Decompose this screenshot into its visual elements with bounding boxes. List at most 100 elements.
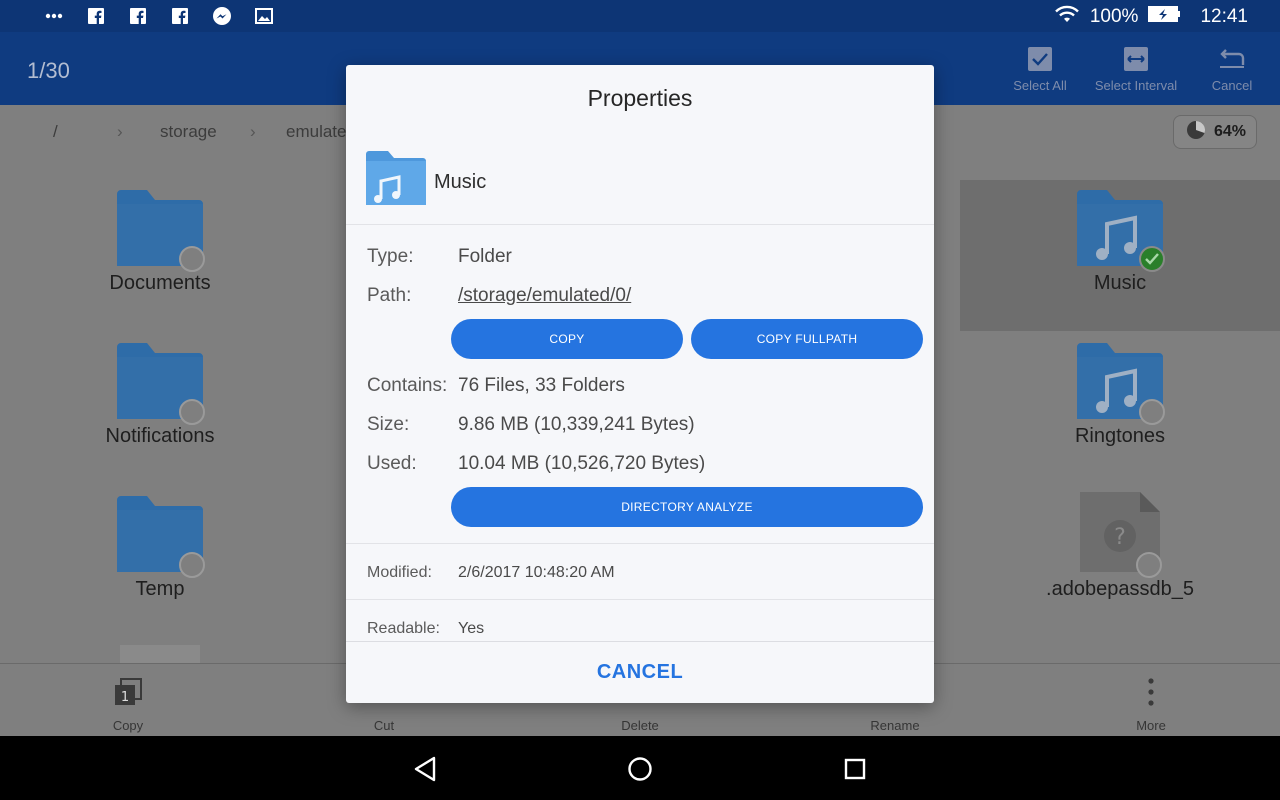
folder-icon xyxy=(117,343,205,425)
size-label: Size: xyxy=(367,414,410,435)
navigation-bar xyxy=(0,736,1280,800)
facebook-icon xyxy=(170,6,190,26)
facebook-icon xyxy=(86,6,106,26)
wifi-icon xyxy=(1054,4,1080,30)
modified-value: 2/6/2017 10:48:20 AM xyxy=(458,564,615,581)
path-row: Path: /storage/emulated/0/ xyxy=(367,285,631,307)
recents-icon[interactable] xyxy=(840,754,870,784)
item-label: Ringtones xyxy=(1074,425,1166,447)
partial-file-icon xyxy=(120,645,200,663)
clock: 12:41 xyxy=(1200,6,1248,27)
svg-text:1: 1 xyxy=(121,690,129,705)
chevron-right-icon: › xyxy=(117,122,123,141)
divider xyxy=(346,599,934,600)
crumb-storage[interactable]: storage xyxy=(160,122,217,142)
select-checkbox[interactable] xyxy=(1139,399,1165,425)
folder-icon xyxy=(117,496,205,578)
checkbox-icon xyxy=(985,42,1095,76)
path-link[interactable]: /storage/emulated/0/ xyxy=(458,285,631,306)
modified-label: Modified: xyxy=(367,564,432,581)
grid-item-music[interactable]: Music xyxy=(1020,190,1220,295)
contains-value: 76 Files, 33 Folders xyxy=(458,375,625,396)
storage-usage-button[interactable]: 64% xyxy=(1173,115,1257,149)
type-row: Type: Folder xyxy=(367,246,512,268)
divider xyxy=(346,543,934,544)
select-interval-label: Select Interval xyxy=(1094,78,1178,93)
type-label: Type: xyxy=(367,246,414,267)
directory-analyze-button[interactable]: DIRECTORY ANALYZE xyxy=(451,487,923,527)
music-folder-icon xyxy=(366,151,426,210)
item-label: Documents xyxy=(109,272,211,294)
select-interval-button[interactable]: Select Interval xyxy=(1081,42,1191,93)
back-icon[interactable] xyxy=(410,754,440,784)
grid-item-documents[interactable]: Documents xyxy=(60,190,260,295)
select-checkbox[interactable] xyxy=(179,246,205,272)
pie-chart-icon xyxy=(1186,120,1206,145)
gallery-icon xyxy=(254,6,274,26)
copy-label: Copy xyxy=(112,718,144,733)
cut-label: Cut xyxy=(373,718,395,733)
status-bar: 100% 12:41 xyxy=(0,0,1280,32)
used-label: Used: xyxy=(367,453,417,474)
contains-label: Contains: xyxy=(367,375,448,396)
delete-label: Delete xyxy=(621,718,659,733)
item-label: Music xyxy=(1093,272,1147,294)
more-vertical-icon xyxy=(1091,672,1211,712)
unknown-file-icon: ? xyxy=(1080,492,1162,578)
home-icon[interactable] xyxy=(625,754,655,784)
copy-button[interactable]: 1 Copy xyxy=(68,672,188,733)
grid-item-temp[interactable]: Temp xyxy=(60,496,260,601)
music-folder-icon xyxy=(1077,190,1165,272)
cancel-selection-label: Cancel xyxy=(1211,78,1253,93)
readable-row: Readable: Yes xyxy=(367,620,484,638)
facebook-icon xyxy=(128,6,148,26)
check-circle-icon[interactable] xyxy=(1139,246,1165,272)
item-label: Notifications xyxy=(105,425,215,447)
path-label: Path: xyxy=(367,285,412,306)
item-label: Temp xyxy=(135,578,185,600)
battery-icon xyxy=(1148,5,1182,29)
grid-item-ringtones[interactable]: Ringtones xyxy=(1020,343,1220,448)
battery-percent: 100% xyxy=(1089,6,1139,27)
item-label: .adobepassdb_5 xyxy=(1046,578,1194,600)
svg-text:?: ? xyxy=(1114,525,1126,550)
item-name: Music xyxy=(434,171,487,193)
dialog-title: Properties xyxy=(587,85,693,111)
crumb-root[interactable]: / xyxy=(53,122,58,142)
select-checkbox[interactable] xyxy=(179,552,205,578)
dialog-header: Music xyxy=(366,151,486,210)
grid-item-adobepassdb[interactable]: ? .adobepassdb_5 xyxy=(1020,492,1220,601)
contains-row: Contains: 76 Files, 33 Folders xyxy=(367,375,625,397)
size-row: Size: 9.86 MB (10,339,241 Bytes) xyxy=(367,414,695,436)
rename-label: Rename xyxy=(870,718,920,733)
copy-path-button[interactable]: COPY xyxy=(451,319,683,359)
copy-fullpath-button[interactable]: COPY FULLPATH xyxy=(691,319,923,359)
used-value: 10.04 MB (10,526,720 Bytes) xyxy=(458,453,706,474)
more-button[interactable]: More xyxy=(1091,672,1211,733)
used-row: Used: 10.04 MB (10,526,720 Bytes) xyxy=(367,453,705,475)
readable-label: Readable: xyxy=(367,620,440,637)
selection-count: 1/30 xyxy=(27,58,70,83)
select-checkbox[interactable] xyxy=(179,399,205,425)
storage-usage-percent: 64% xyxy=(1214,123,1247,140)
readable-value: Yes xyxy=(458,620,485,637)
folder-icon xyxy=(117,190,205,272)
messenger-icon xyxy=(212,6,232,26)
properties-dialog: Properties Music Type: Folder Path: /stora… xyxy=(346,65,934,703)
divider xyxy=(346,224,934,225)
size-value: 9.86 MB (10,339,241 Bytes) xyxy=(458,414,695,435)
select-checkbox[interactable] xyxy=(1136,552,1162,578)
undo-icon xyxy=(1177,42,1280,76)
cancel-button[interactable]: CANCEL xyxy=(346,641,934,703)
grid-item-notifications[interactable]: Notifications xyxy=(60,343,260,448)
cancel-selection-button[interactable]: Cancel xyxy=(1177,42,1280,93)
select-all-label: Select All xyxy=(1013,78,1067,93)
modified-row: Modified: 2/6/2017 10:48:20 AM xyxy=(367,564,615,582)
copy-icon: 1 xyxy=(68,672,188,712)
music-folder-icon xyxy=(1077,343,1165,425)
interval-icon xyxy=(1081,42,1191,76)
select-all-button[interactable]: Select All xyxy=(985,42,1095,93)
more-icon xyxy=(44,6,64,26)
chevron-right-icon: › xyxy=(250,122,256,141)
type-value: Folder xyxy=(458,246,512,267)
